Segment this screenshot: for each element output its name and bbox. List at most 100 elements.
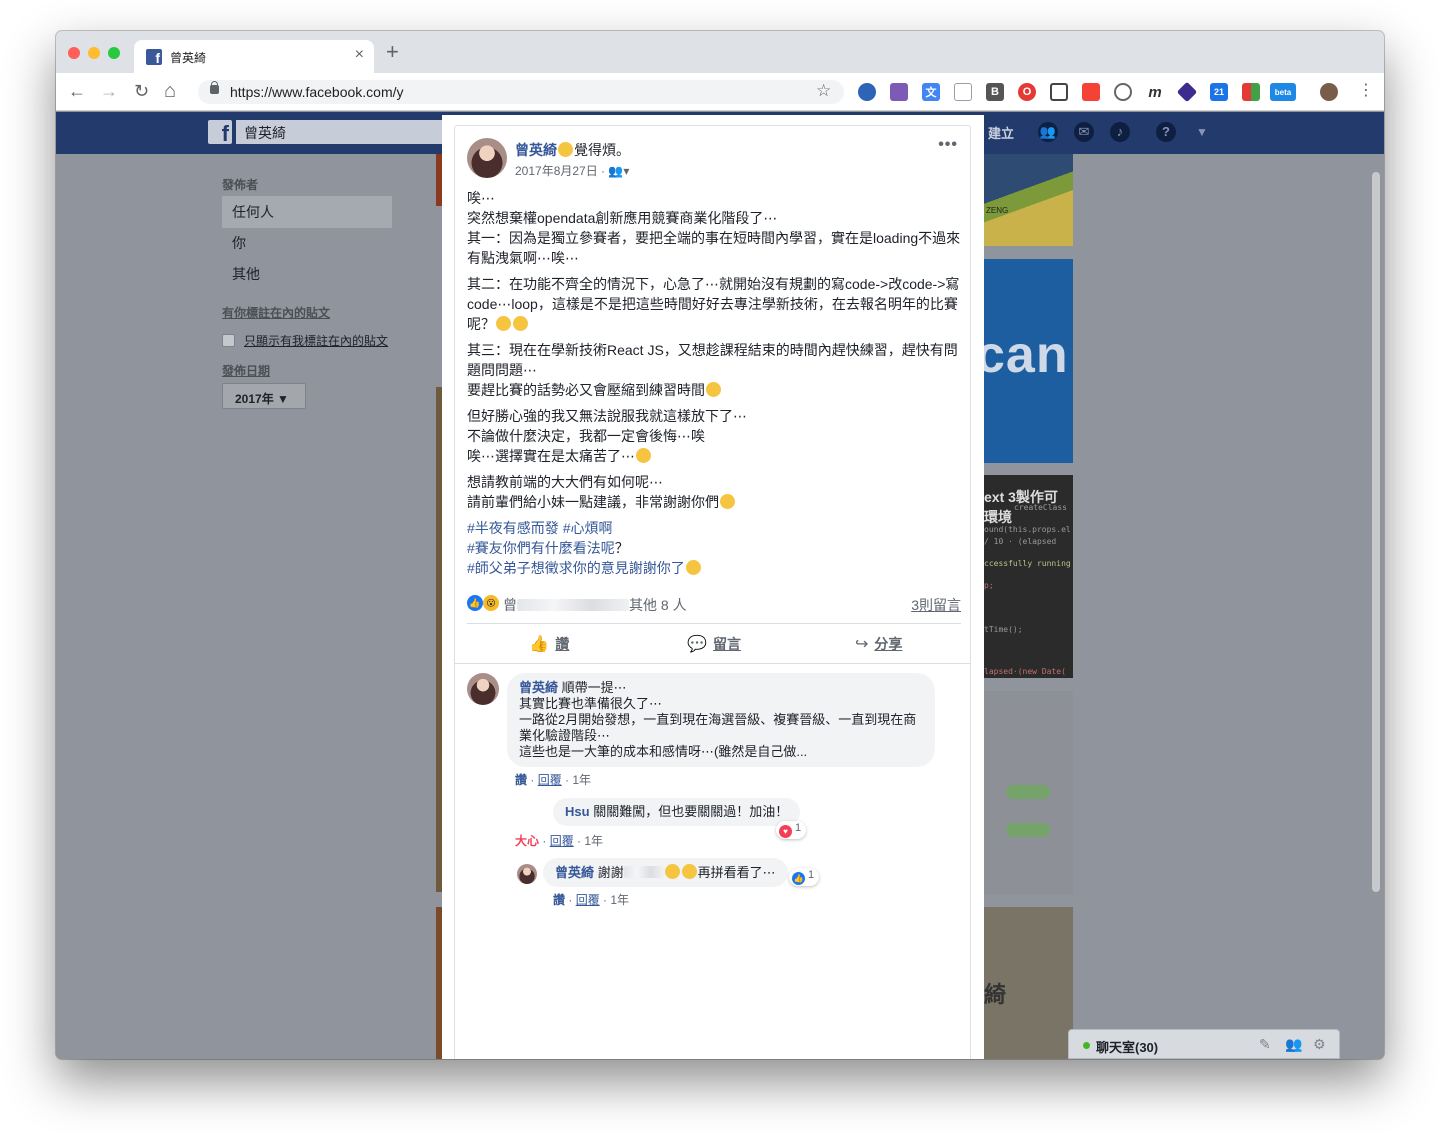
notifications-icon[interactable]: ♪ [1110,122,1130,142]
profile-avatar-icon[interactable] [1320,83,1338,101]
post-body: 唉⋯ 突然想棄權opendata創新應用競賽商業化階段了⋯ 其一：因為是獨立參賽… [467,188,963,584]
tagged-checkbox[interactable] [222,334,235,347]
close-window-button[interactable] [68,47,80,59]
extension-1-icon[interactable] [858,83,876,101]
reply-meta: 大心 · 回覆 · 1年 [515,834,604,848]
hashtag-link[interactable]: #賽友你們有什麼看法呢 [467,540,615,556]
post-date[interactable]: 2017年8月27日 [515,164,598,178]
year-value: 2017年 [235,392,274,406]
help-icon[interactable]: ? [1156,122,1176,142]
new-tab-button[interactable]: + [386,40,399,64]
nested-reply-reaction-badge[interactable]: 👍 1 [789,868,820,886]
reply-text: 關關難闖，但也要關關過！加油！ [593,804,789,819]
account-menu-icon[interactable]: ▼ [1192,122,1212,142]
comment-button[interactable]: 💬 留言 [632,624,797,663]
comment-like-link[interactable]: 讚 [515,773,527,787]
hashtag-link[interactable]: #半夜有感而發 [467,520,559,536]
post-options-icon[interactable]: ••• [938,136,958,154]
reply-reaction-badge[interactable]: ♥ 1 [776,821,807,839]
create-link[interactable]: 建立 [988,123,1014,142]
reply-reply-link[interactable]: 回覆 [550,834,574,848]
bookmark-star-icon[interactable]: ☆ [816,82,831,100]
reply-bubble: Hsu 關關難闖，但也要關關過！加油！ [553,798,801,826]
post-line: 突然想棄權opendata創新應用競賽商業化階段了⋯ [467,210,778,226]
opera-extension-icon[interactable]: O [1018,83,1036,101]
author-avatar[interactable] [467,138,507,178]
bg-code-line-4: ccessfully running [984,559,1071,568]
extension-12-icon[interactable] [1242,83,1260,101]
bg-code-line-3: / 10 · (elapsed [984,537,1057,546]
share-button-label: 分享 [874,635,903,652]
nested-reply-reply-link[interactable]: 回覆 [576,893,600,907]
comments-divider [455,663,970,664]
forward-icon[interactable]: → [100,80,118,102]
redacted-names [517,599,629,611]
extension-21-icon[interactable]: 21 [1210,83,1228,101]
tab-close-icon[interactable]: × [355,46,364,64]
capture-extension-icon[interactable] [1050,83,1068,101]
maximize-window-button[interactable] [108,47,120,59]
extension-8-icon[interactable] [1114,83,1132,101]
bg-tile-chat-screenshot [984,691,1073,894]
reply-love-link[interactable]: 大心 [515,834,539,848]
filter-option-others[interactable]: 其他 [232,264,260,284]
home-icon[interactable]: ⌂ [164,80,176,102]
hashtag-link[interactable]: #師父弟子想徵求你的意見謝謝你了 [467,560,685,576]
extension-4-icon[interactable] [954,83,972,101]
chat-sidebar-bar[interactable]: 聊天室(30) ✎ 👥 ⚙ [1068,1029,1340,1059]
audience-friends-icon[interactable]: 👥▾ [608,164,629,178]
reply-author[interactable]: Hsu [565,804,590,819]
messenger-icon[interactable]: ✉ [1074,122,1094,142]
commenter-avatar[interactable] [467,673,499,705]
chat-settings-icon[interactable]: ⚙ [1313,1036,1326,1053]
nested-reply-avatar[interactable] [517,864,537,884]
tagged-checkbox-label[interactable]: 只顯示有我標註在內的貼文 [244,332,388,349]
reload-icon[interactable]: ↻ [134,80,149,102]
date-heading: 發佈日期 [222,364,271,378]
comment-time[interactable]: 1年 [572,773,591,787]
tab-title: 曾英綺 [170,51,207,65]
extension-2-icon[interactable] [890,83,908,101]
page-scrollbar[interactable] [1372,172,1380,892]
nested-reply-author[interactable]: 曾英綺 [555,865,594,880]
reply-time[interactable]: 1年 [584,834,603,848]
nested-reply-time[interactable]: 1年 [610,893,629,907]
extension-b-icon[interactable]: B [986,83,1004,101]
reactors-list[interactable]: 曾 其他 8 人 [503,595,687,615]
translate-extension-icon[interactable]: 文 [922,83,940,101]
comment-author[interactable]: 曾英綺 [519,680,558,695]
year-select[interactable]: 2017年 ▼ [222,383,306,409]
fb-search-input[interactable]: 曾英綺 [236,120,446,144]
create-group-icon[interactable]: 👥 [1285,1036,1302,1053]
nested-reply-bubble: 曾英綺 謝謝 再拼看看了⋯ [543,858,788,887]
post-author-name[interactable]: 曾英綺 [515,142,557,158]
friend-requests-icon[interactable]: 👥 [1038,122,1058,142]
extension-7-icon[interactable] [1082,83,1100,101]
extension-m-icon[interactable]: m [1146,83,1164,101]
compose-icon[interactable]: ✎ [1259,1036,1271,1053]
nested-reply-like-link[interactable]: 讚 [553,893,565,907]
minimize-window-button[interactable] [88,47,100,59]
extension-10-icon[interactable] [1176,81,1198,103]
comment-reply-link[interactable]: 回覆 [538,773,562,787]
comment-line: 這些也是一大筆的成本和感情呀⋯(雖然是自己做... [519,744,808,759]
comment-line: 順帶一提⋯ [561,680,627,695]
crying-emoji-icon [720,494,735,509]
bg-code-line-5: p; [984,581,994,590]
browser-tab[interactable]: f 曾英綺 × [134,40,374,73]
hashtag-link[interactable]: #心煩啊 [563,520,613,536]
extension-beta-icon[interactable]: beta [1270,83,1296,101]
facebook-logo-icon[interactable]: f [208,120,232,144]
filter-option-you[interactable]: 你 [232,233,246,253]
address-bar[interactable]: https://www.facebook.com/y [198,80,844,104]
nested-reply-text-start: 謝謝 [597,865,624,880]
tagged-heading: 有你標註在內的貼文 [222,306,331,320]
share-button[interactable]: ↪ 分享 [796,624,961,663]
filter-option-anyone[interactable]: 任何人 [222,196,392,228]
comment-count-link[interactable]: 3則留言 [911,595,961,615]
bg-tile-blue: can [984,259,1073,463]
relieved-emoji-icon [513,316,528,331]
browser-menu-icon[interactable]: ⋮ [1358,80,1374,102]
back-icon[interactable]: ← [68,80,86,102]
like-button[interactable]: 👍 讚 [467,624,632,663]
